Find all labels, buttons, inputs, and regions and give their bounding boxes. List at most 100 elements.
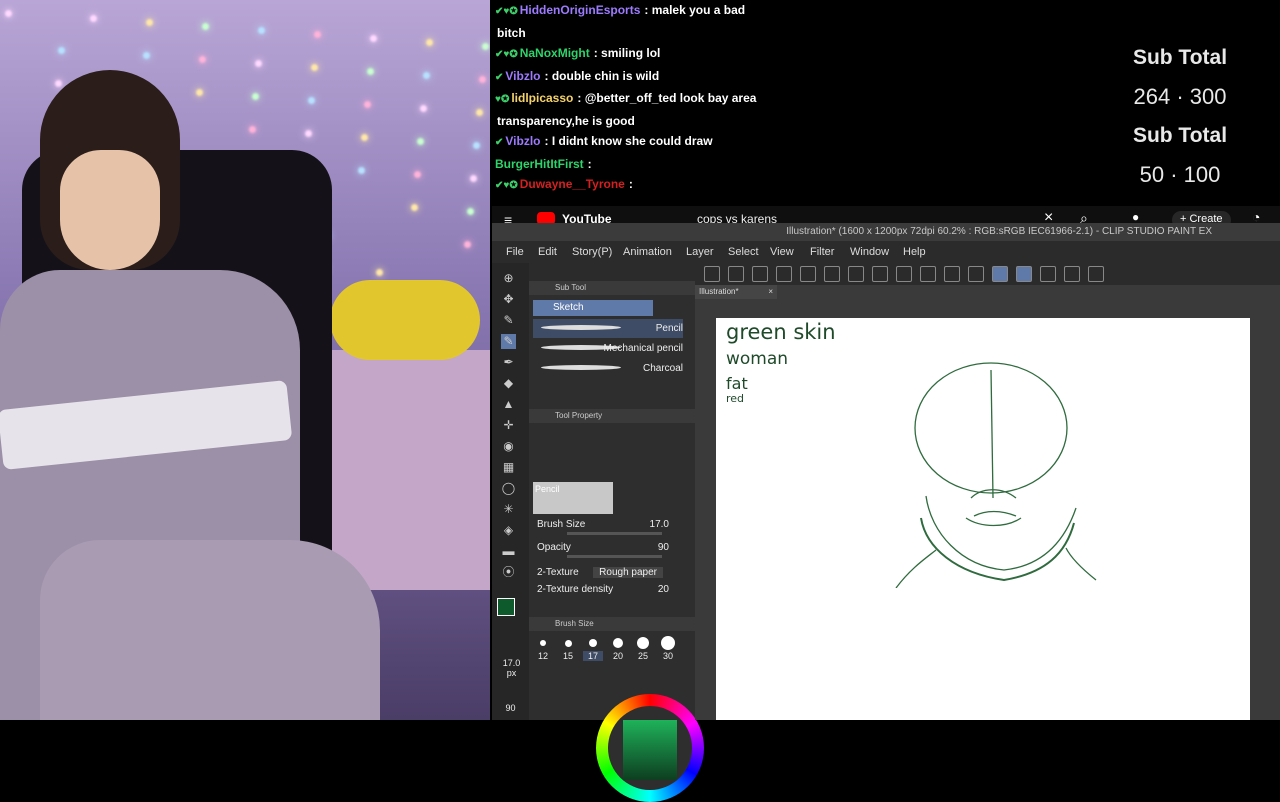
upload-icon[interactable] — [776, 266, 792, 282]
frame-tool-icon[interactable]: ▦ — [501, 460, 516, 475]
fairy-light — [482, 43, 489, 50]
streamer-legs — [40, 540, 380, 720]
brush-size-preset-label[interactable]: 12 — [533, 651, 553, 661]
blend-tool-icon[interactable]: ▲ — [501, 397, 516, 412]
brush-size-property[interactable]: Brush Size 17.0 — [537, 519, 687, 537]
fairy-light — [467, 208, 474, 215]
texture-property[interactable]: 2-Texture Rough paper — [537, 567, 687, 585]
opacity-readout: 90 — [505, 703, 516, 713]
pen-icon[interactable] — [992, 266, 1008, 282]
menu-filter[interactable]: Filter — [810, 241, 834, 263]
brush-size-panel-title: Brush Size — [529, 617, 695, 631]
eraser-tool-icon[interactable]: ◆ — [501, 376, 516, 391]
brush-size-preset[interactable] — [613, 638, 623, 648]
chat-username[interactable]: Vibzlo — [505, 69, 540, 83]
pen-tool-icon[interactable]: ✎ — [501, 313, 516, 328]
gradient-icon[interactable]: ▬ — [501, 544, 516, 559]
help-icon[interactable] — [1088, 266, 1104, 282]
menu-window[interactable]: Window — [850, 241, 889, 263]
fairy-light — [143, 52, 150, 59]
opacity-slider[interactable] — [567, 555, 662, 558]
texture-density-value[interactable]: 20 — [658, 584, 669, 595]
chat-username[interactable]: BurgerHitItFirst — [495, 157, 584, 171]
brush-size-preset[interactable] — [661, 636, 675, 650]
deselect-icon[interactable] — [920, 266, 936, 282]
brush-item[interactable]: Mechanical pencil — [533, 339, 683, 358]
brush-size-value[interactable]: 17.0 — [650, 519, 669, 530]
canvas-notes: green skin woman fat red — [726, 322, 836, 405]
line-icon[interactable] — [1016, 266, 1032, 282]
menu-storyp[interactable]: Story(P) — [572, 241, 612, 263]
brush-size-preset[interactable] — [564, 639, 572, 647]
fairy-light — [5, 10, 12, 17]
fill-icon[interactable] — [872, 266, 888, 282]
brush-tool-icon[interactable]: ✒ — [501, 355, 516, 370]
chat-username[interactable]: NaNoxMight — [520, 46, 590, 60]
menu-layer[interactable]: Layer — [686, 241, 714, 263]
brush-size-preset-label[interactable]: 30 — [658, 651, 678, 661]
transform-icon[interactable] — [896, 266, 912, 282]
menu-animation[interactable]: Animation — [623, 241, 672, 263]
invert-icon[interactable] — [944, 266, 960, 282]
undo-icon[interactable] — [800, 266, 816, 282]
menu-bar: File Edit Story(P) Animation Layer Select View… — [492, 241, 1280, 263]
ruler-icon[interactable] — [1040, 266, 1056, 282]
texture-density-property[interactable]: 2-Texture density 20 — [537, 584, 687, 602]
pencil-tool-icon[interactable]: ✎ — [501, 334, 516, 349]
color-wheel[interactable] — [596, 694, 704, 802]
lasso-icon[interactable]: ◯ — [501, 481, 516, 496]
texture-value[interactable]: Rough paper — [593, 567, 663, 578]
menu-help[interactable]: Help — [903, 241, 926, 263]
brush-size-preset[interactable] — [637, 637, 649, 649]
chat-username[interactable]: HiddenOriginEsports — [520, 3, 641, 17]
chat-username[interactable]: Vibzlo — [505, 134, 540, 148]
clear-icon[interactable] — [848, 266, 864, 282]
chat-message: bitch — [495, 23, 1112, 44]
drawing-canvas[interactable]: green skin woman fat red — [716, 318, 1250, 720]
menu-view[interactable]: View — [770, 241, 794, 263]
chat-username[interactable]: lidlpicasso — [511, 91, 573, 105]
brush-size-preset[interactable] — [540, 640, 546, 646]
new-icon[interactable] — [704, 266, 720, 282]
primary-color-swatch[interactable] — [497, 598, 515, 616]
menu-select[interactable]: Select — [728, 241, 759, 263]
brush-size-preset-label[interactable]: 15 — [558, 651, 578, 661]
brush-size-slider[interactable] — [567, 532, 662, 535]
brush-item[interactable]: Pencil — [533, 319, 683, 338]
brush-size-preset-label[interactable]: 25 — [633, 651, 653, 661]
document-tab[interactable]: Illustration* × — [695, 285, 777, 299]
fairy-light — [314, 31, 321, 38]
menu-edit[interactable]: Edit — [538, 241, 557, 263]
crop-icon[interactable] — [968, 266, 984, 282]
chat-text: transparency,he is good — [497, 113, 635, 128]
subtool-group-sketch[interactable]: Sketch — [533, 300, 653, 316]
fairy-light — [411, 204, 418, 211]
brush-size-preset[interactable] — [589, 639, 597, 647]
close-tab-icon[interactable]: × — [768, 285, 773, 299]
open-icon[interactable] — [728, 266, 744, 282]
save-icon[interactable] — [752, 266, 768, 282]
zoom-icon[interactable]: ⊕ — [501, 271, 516, 286]
menu-file[interactable]: File — [506, 241, 524, 263]
bucket-icon[interactable]: ◈ — [501, 523, 516, 538]
brush-size-preset-label[interactable]: 17 — [583, 651, 603, 661]
fairy-light — [426, 39, 433, 46]
layer-icon[interactable] — [1064, 266, 1080, 282]
texture-density-label: 2-Texture density — [537, 584, 614, 595]
chat-username[interactable]: Duwayne__Tyrone — [520, 177, 625, 191]
fill-tool-icon[interactable]: ◉ — [501, 439, 516, 454]
move-icon[interactable]: ✥ — [501, 292, 516, 307]
redo-icon[interactable] — [824, 266, 840, 282]
color-saturation-square[interactable] — [623, 720, 677, 780]
select-icon[interactable]: ✳ — [501, 502, 516, 517]
fairy-light — [305, 130, 312, 137]
chat-badges: ✔ — [495, 71, 504, 83]
opacity-value[interactable]: 90 — [658, 542, 669, 553]
brush-size-preset-label[interactable]: 20 — [608, 651, 628, 661]
decoration-icon[interactable]: ✛ — [501, 418, 516, 433]
opacity-label: Opacity — [537, 542, 571, 553]
eyedropper-icon[interactable]: ⦿ — [501, 565, 516, 580]
brush-item[interactable]: Charcoal — [533, 359, 683, 378]
opacity-property[interactable]: Opacity 90 — [537, 542, 687, 560]
mic-icon[interactable]: ● — [1132, 210, 1139, 224]
